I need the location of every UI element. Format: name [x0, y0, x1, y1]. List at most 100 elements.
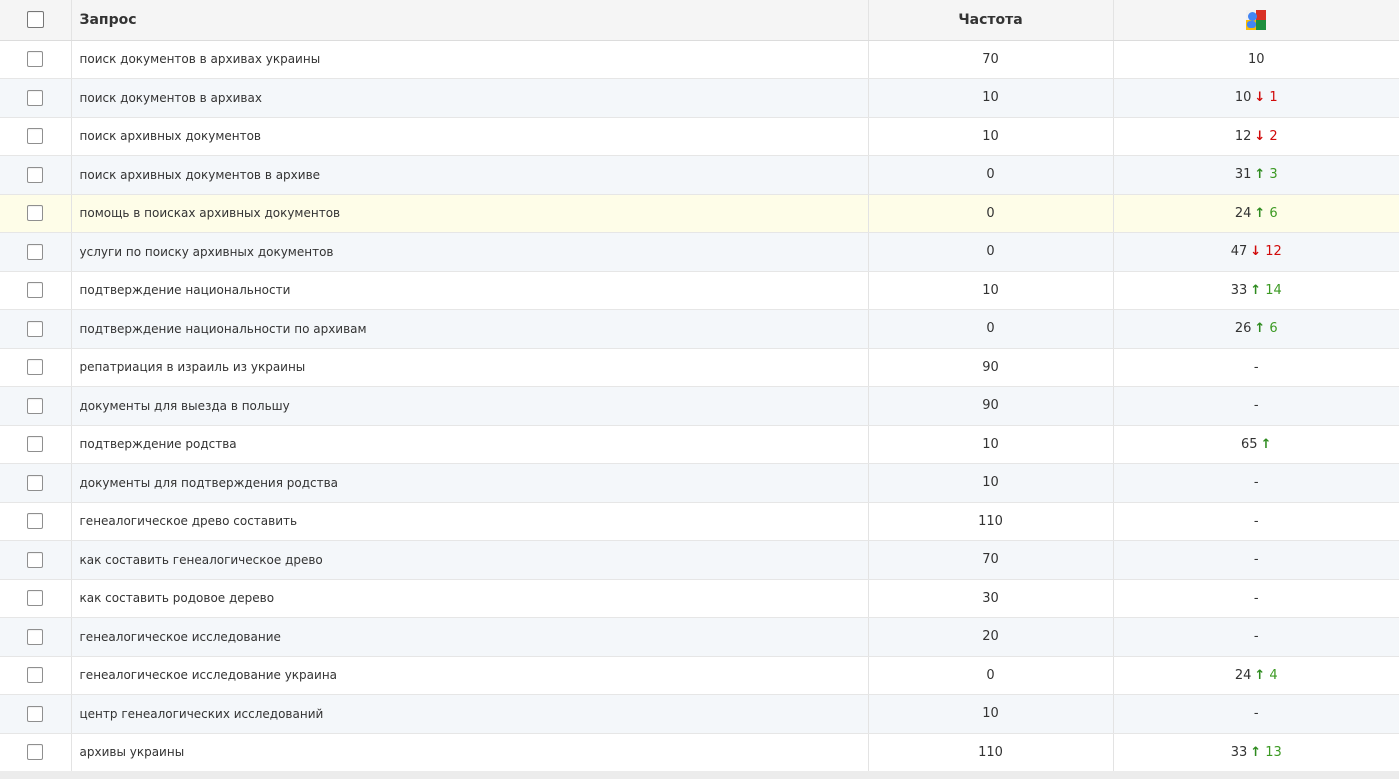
table-row[interactable]: поиск документов в архивах 10 10 ↓ 1	[0, 78, 1399, 118]
table-row[interactable]: как составить генеалогическое древо 70 -	[0, 540, 1399, 580]
position-cell: 26 ↑ 6	[1113, 309, 1399, 349]
column-header-google-position[interactable]	[1113, 0, 1399, 41]
query-cell: помощь в поисках архивных документов	[71, 194, 869, 233]
row-checkbox[interactable]	[27, 513, 44, 530]
query-cell: генеалогическое исследование	[71, 617, 869, 657]
row-checkbox[interactable]	[27, 359, 44, 376]
frequency-cell: 0	[868, 232, 1114, 272]
table-row[interactable]: поиск документов в архивах украины 70 10	[0, 40, 1399, 79]
row-checkbox[interactable]	[27, 128, 44, 145]
row-checkbox[interactable]	[27, 628, 44, 645]
frequency-cell: 110	[868, 733, 1114, 772]
query-cell: услуги по поиску архивных документов	[71, 232, 869, 272]
position-cell: 31 ↑ 3	[1113, 155, 1399, 195]
position-change: 3	[1269, 167, 1278, 183]
table-row[interactable]: архивы украины 110 33 ↑ 13	[0, 733, 1399, 772]
frequency-cell: 90	[868, 386, 1114, 426]
query-cell: подтверждение национальности	[71, 271, 869, 310]
position-value: 33	[1230, 744, 1248, 760]
table-row[interactable]: центр генеалогических исследований 10 -	[0, 694, 1399, 734]
row-checkbox[interactable]	[27, 744, 44, 761]
table-row[interactable]: подтверждение родства 10 65 ↑	[0, 425, 1399, 464]
table-row[interactable]: поиск архивных документов в архиве 0 31 ↑ 3	[0, 155, 1399, 195]
query-cell: поиск архивных документов в архиве	[71, 155, 869, 195]
position-cell: -	[1113, 540, 1399, 580]
position-cell: -	[1113, 386, 1399, 426]
row-checkbox-cell	[0, 386, 72, 426]
table-row[interactable]: подтверждение национальности 10 33 ↑ 14	[0, 271, 1399, 310]
horizontal-scrollbar[interactable]	[0, 771, 1399, 779]
frequency-cell: 0	[868, 309, 1114, 349]
row-checkbox[interactable]	[27, 474, 44, 491]
table-row[interactable]: документы для выезда в польшу 90 -	[0, 386, 1399, 426]
row-checkbox[interactable]	[27, 705, 44, 722]
select-all-checkbox[interactable]	[26, 11, 44, 29]
position-value: 31	[1234, 167, 1252, 183]
row-checkbox[interactable]	[27, 166, 44, 183]
table-row[interactable]: услуги по поиску архивных документов 0 47 ↓…	[0, 232, 1399, 272]
arrow-up-icon: ↑	[1254, 321, 1266, 337]
row-checkbox[interactable]	[27, 89, 44, 106]
frequency-cell: 10	[868, 425, 1114, 464]
table-row[interactable]: документы для подтверждения родства 10 -	[0, 463, 1399, 503]
position-value: -	[1253, 513, 1259, 529]
position-cell: -	[1113, 579, 1399, 618]
row-checkbox[interactable]	[27, 243, 44, 260]
position-cell: -	[1113, 617, 1399, 657]
keyword-table: Запрос Частота поиск документов в архива…	[0, 0, 1399, 772]
table-row[interactable]: поиск архивных документов 10 12 ↓ 2	[0, 117, 1399, 156]
row-checkbox-cell	[0, 617, 72, 657]
table-row[interactable]: генеалогическое исследование украина 0 24 ↑…	[0, 656, 1399, 695]
position-value: 10	[1247, 51, 1265, 67]
position-cell: 33 ↑ 13	[1113, 733, 1399, 772]
row-checkbox[interactable]	[27, 397, 44, 414]
position-value: 65	[1241, 436, 1258, 452]
row-checkbox[interactable]	[27, 282, 44, 299]
arrow-up-icon: ↑	[1250, 744, 1262, 760]
row-checkbox[interactable]	[27, 436, 44, 453]
frequency-cell: 10	[868, 463, 1114, 503]
frequency-cell: 10	[868, 694, 1114, 734]
google-icon	[1246, 9, 1267, 30]
row-checkbox[interactable]	[27, 590, 44, 607]
position-value: -	[1253, 398, 1259, 414]
row-checkbox-cell	[0, 155, 72, 195]
position-value: -	[1253, 590, 1259, 606]
arrow-up-icon: ↑	[1250, 282, 1262, 298]
position-value: -	[1253, 475, 1259, 491]
row-checkbox[interactable]	[27, 51, 44, 68]
position-cell: 24 ↑ 4	[1113, 656, 1399, 695]
row-checkbox[interactable]	[27, 320, 44, 337]
row-checkbox[interactable]	[27, 205, 44, 222]
row-checkbox-cell	[0, 425, 72, 464]
table-row[interactable]: генеалогическое древо составить 110 -	[0, 502, 1399, 541]
arrow-down-icon: ↓	[1250, 244, 1262, 260]
position-value: -	[1253, 359, 1259, 375]
table-row[interactable]: подтверждение национальности по архивам 0…	[0, 309, 1399, 349]
position-change: 6	[1269, 205, 1278, 221]
position-cell: 33 ↑ 14	[1113, 271, 1399, 310]
table-row[interactable]: репатриация в израиль из украины 90 -	[0, 348, 1399, 387]
row-checkbox-cell	[0, 540, 72, 580]
position-change: 14	[1265, 282, 1282, 298]
position-cell: 65 ↑	[1113, 425, 1399, 464]
row-checkbox[interactable]	[27, 551, 44, 568]
table-row[interactable]: помощь в поисках архивных документов 0 24 ↑…	[0, 194, 1399, 233]
frequency-cell: 30	[868, 579, 1114, 618]
frequency-cell: 0	[868, 155, 1114, 195]
table-row[interactable]: генеалогическое исследование 20 -	[0, 617, 1399, 657]
position-cell: 24 ↑ 6	[1113, 194, 1399, 233]
frequency-cell: 110	[868, 502, 1114, 541]
column-header-frequency[interactable]: Частота	[868, 0, 1114, 41]
query-cell: поиск документов в архивах	[71, 78, 869, 118]
table-row[interactable]: как составить родовое дерево 30 -	[0, 579, 1399, 618]
position-cell: 10	[1113, 40, 1399, 79]
row-checkbox-cell	[0, 694, 72, 734]
row-checkbox[interactable]	[27, 667, 44, 684]
frequency-cell: 70	[868, 540, 1114, 580]
position-cell: 47 ↓ 12	[1113, 232, 1399, 272]
arrow-down-icon: ↓	[1254, 128, 1266, 144]
row-checkbox-cell	[0, 463, 72, 503]
row-checkbox-cell	[0, 656, 72, 695]
column-header-query[interactable]: Запрос	[71, 0, 869, 41]
